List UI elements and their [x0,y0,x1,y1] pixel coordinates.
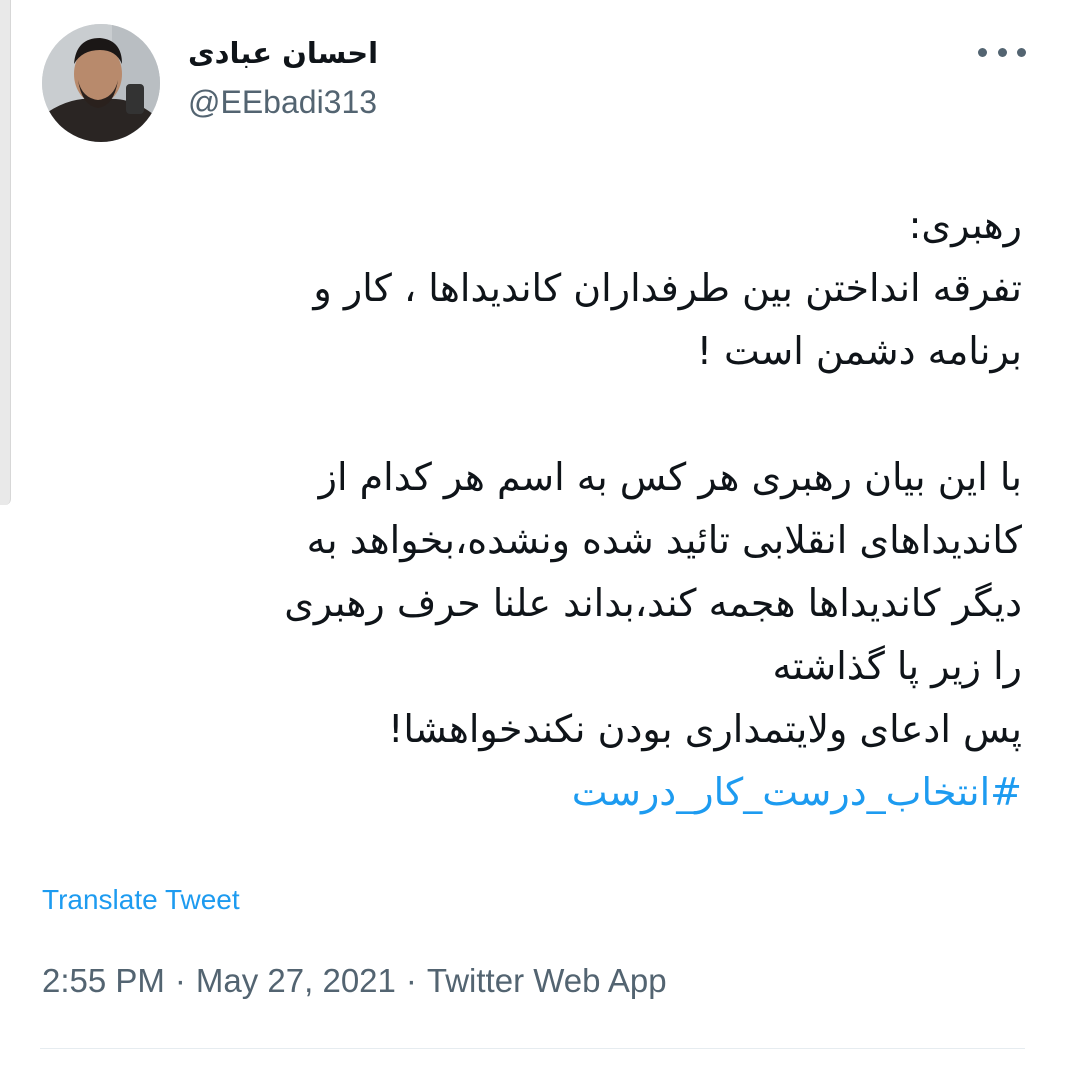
hashtag-link[interactable]: #انتخاب_درست_کار_درست [40,761,1022,824]
more-options-icon[interactable] [978,36,1026,68]
meta-separator: · [405,962,417,999]
tweet-source[interactable]: Twitter Web App [427,962,667,999]
tweet-line: کاندیداهای انقلابی تائید شده ونشده،بخواه… [306,518,1022,562]
side-panel-edge [0,0,11,505]
translate-tweet-link[interactable]: Translate Tweet [42,884,240,916]
meta-separator: · [174,962,186,999]
tweet-line: تفرقه انداختن بین طرفداران کاندیداها ، ک… [313,266,1022,310]
author-display-name[interactable]: احسان عبادی [188,36,378,70]
tweet-time[interactable]: 2:55 PM [42,962,165,999]
tweet-date[interactable]: May 27, 2021 [196,962,396,999]
tweet-line: رهبری: [908,203,1022,247]
divider [40,1048,1025,1049]
tweet-line: پس ادعای ولایتمداری بودن نکندخواهشا! [388,707,1022,751]
avatar[interactable] [42,24,160,142]
more-dot [978,47,987,57]
tweet-line: را زیر پا گذاشته [772,644,1022,688]
tweet-page: احسان عبادی @EEbadi313 رهبری: تفرقه اندا… [0,0,1065,1080]
more-dot [1017,47,1026,57]
more-dot [997,47,1007,57]
tweet-line: برنامه دشمن است ! [696,329,1022,373]
tweet-text: رهبری: تفرقه انداختن بین طرفداران کاندید… [40,194,1022,824]
avatar-photo [42,24,160,142]
author-handle[interactable]: @EEbadi313 [188,84,377,121]
tweet-meta: 2:55 PM · May 27, 2021 · Twitter Web App [42,962,667,1000]
tweet-line: دیگر کاندیداها هجمه کند،بداند علنا حرف ر… [284,581,1022,625]
tweet-line: با این بیان رهبری هر کس به اسم هر کدام ا… [318,455,1022,499]
